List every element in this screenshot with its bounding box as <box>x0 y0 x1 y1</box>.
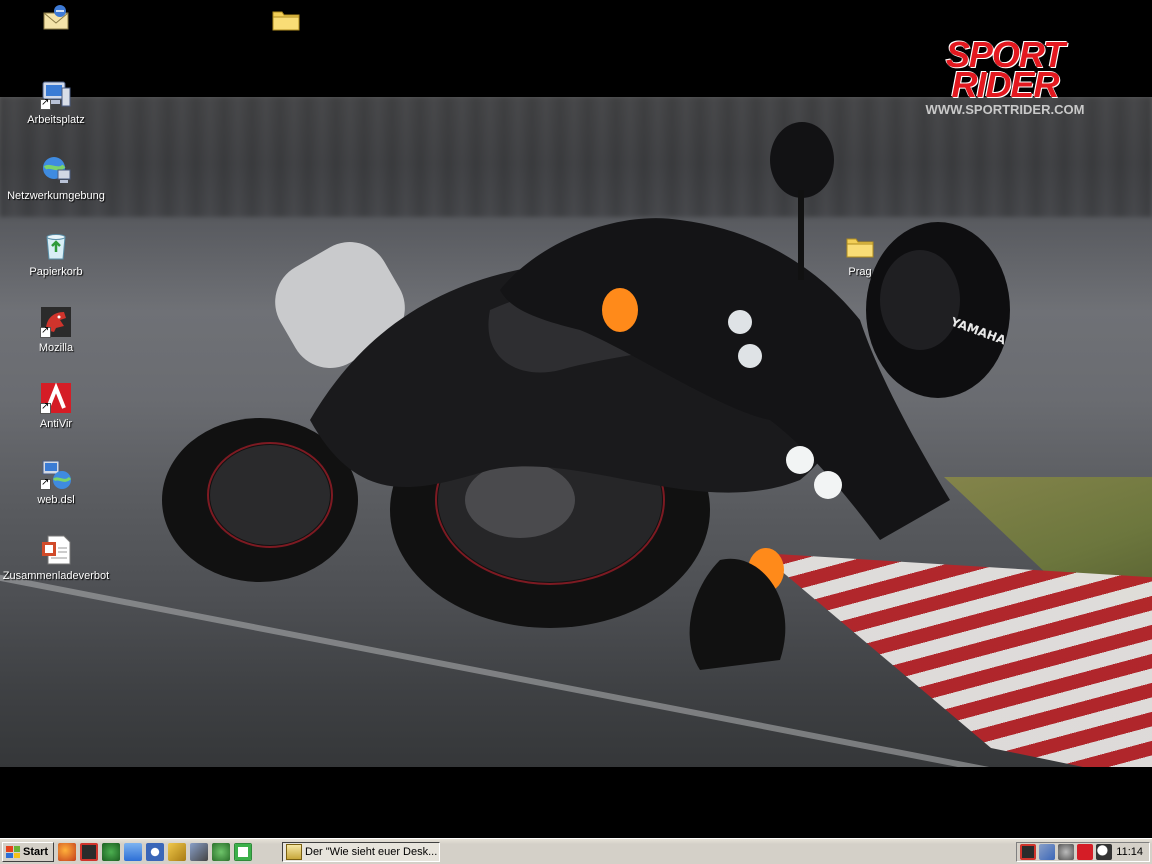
desktop-icon-zusammenladeverbot[interactable]: Zusammenladeverbot <box>1 534 111 582</box>
firefox-icon[interactable] <box>58 843 76 861</box>
outlook-icon[interactable] <box>124 843 142 861</box>
shortcut-arrow-icon <box>40 97 51 110</box>
start-button[interactable]: Start <box>2 842 54 862</box>
web-dsl-icon <box>40 458 72 490</box>
clock[interactable]: 11:14 <box>1116 846 1143 858</box>
desktop-icon-label: Arbeitsplatz <box>27 114 85 126</box>
mozilla-tray-icon[interactable] <box>1020 844 1036 860</box>
desktop-icon-arbeitsplatz[interactable]: Arbeitsplatz <box>1 78 111 126</box>
logo-url: WWW.SPORTRIDER.COM <box>925 102 1085 117</box>
desktop-icon-antivir[interactable]: AntiVir <box>1 382 111 430</box>
mirror <box>770 122 834 198</box>
window-app-icon <box>286 844 302 860</box>
motorcycle-image: YAMAHA <box>162 122 1010 670</box>
folder-icon <box>844 230 876 262</box>
desktop-icon-label: Papierkorb <box>29 266 83 278</box>
desktop-icon-label: AntiVir <box>39 418 73 430</box>
taskbar-window-label: Der "Wie sieht euer Desk... <box>305 846 438 858</box>
antivir-tray-icon[interactable] <box>1077 844 1093 860</box>
link-icon[interactable] <box>168 843 186 861</box>
shortcut-arrow-icon <box>40 477 51 490</box>
taskbar-window-button[interactable]: Der "Wie sieht euer Desk... <box>282 842 440 862</box>
desktop-icon-outlook-express[interactable] <box>1 3 111 51</box>
desktop-icon-mozilla[interactable]: Mozilla <box>1 306 111 354</box>
desktop-icon-web-dsl[interactable]: web.dsl <box>1 458 111 506</box>
antivir-pro-icon[interactable] <box>102 843 120 861</box>
headlight <box>728 310 752 334</box>
start-label: Start <box>23 846 49 858</box>
indicator-left <box>602 288 638 332</box>
mozilla-icon <box>40 306 72 338</box>
desktop-icon-label: Prag <box>848 266 872 278</box>
system-tray: 11:14 <box>1016 842 1150 862</box>
desktop-icon-folder[interactable] <box>231 3 341 51</box>
volume-tray-icon[interactable] <box>1058 844 1074 860</box>
settings-icon[interactable] <box>212 843 230 861</box>
desktop-icon-label: Zusammenladeverbot <box>2 570 110 582</box>
excel-icon[interactable] <box>234 843 252 861</box>
windows-flag-icon <box>6 846 20 858</box>
folder-icon <box>270 3 302 35</box>
desktop-icon-label: Netzwerkumgebung <box>7 190 105 202</box>
desktop-icon-label: Mozilla <box>38 342 74 354</box>
shortcut-arrow-icon <box>40 401 51 414</box>
desktop-icon-netzwerkumgebung[interactable]: Netzwerkumgebung <box>1 154 111 202</box>
mozilla-icon[interactable] <box>80 843 98 861</box>
desktop[interactable]: YAMAHA SPORT RIDER WWW.SPORTRIDER.COM ↗ … <box>0 0 1152 838</box>
my-computer-icon <box>40 78 72 110</box>
taskbar: Start Der "Wie sieht euer Desk... 11:14 <box>0 838 1152 864</box>
logo-line-rider: RIDER <box>951 64 1059 105</box>
recycle-bin-icon <box>40 230 72 262</box>
outlook-express-icon <box>40 3 72 35</box>
network-places-icon <box>40 154 72 186</box>
network-tray-icon[interactable] <box>1039 844 1055 860</box>
shortcut-arrow-icon <box>40 325 51 338</box>
search-tray-icon[interactable] <box>1096 844 1112 860</box>
quick-launch-bar <box>58 842 252 862</box>
antivir-icon <box>40 382 72 414</box>
desktop-icon-label: web.dsl <box>37 494 75 506</box>
desktop-icon-prag[interactable]: Prag <box>805 230 915 278</box>
network-tool-icon[interactable] <box>190 843 208 861</box>
sport-rider-logo: SPORT RIDER WWW.SPORTRIDER.COM <box>880 37 1130 120</box>
desktop-icon-papierkorb[interactable]: Papierkorb <box>1 230 111 278</box>
media-player-icon[interactable] <box>146 843 164 861</box>
document-icon <box>40 534 72 566</box>
